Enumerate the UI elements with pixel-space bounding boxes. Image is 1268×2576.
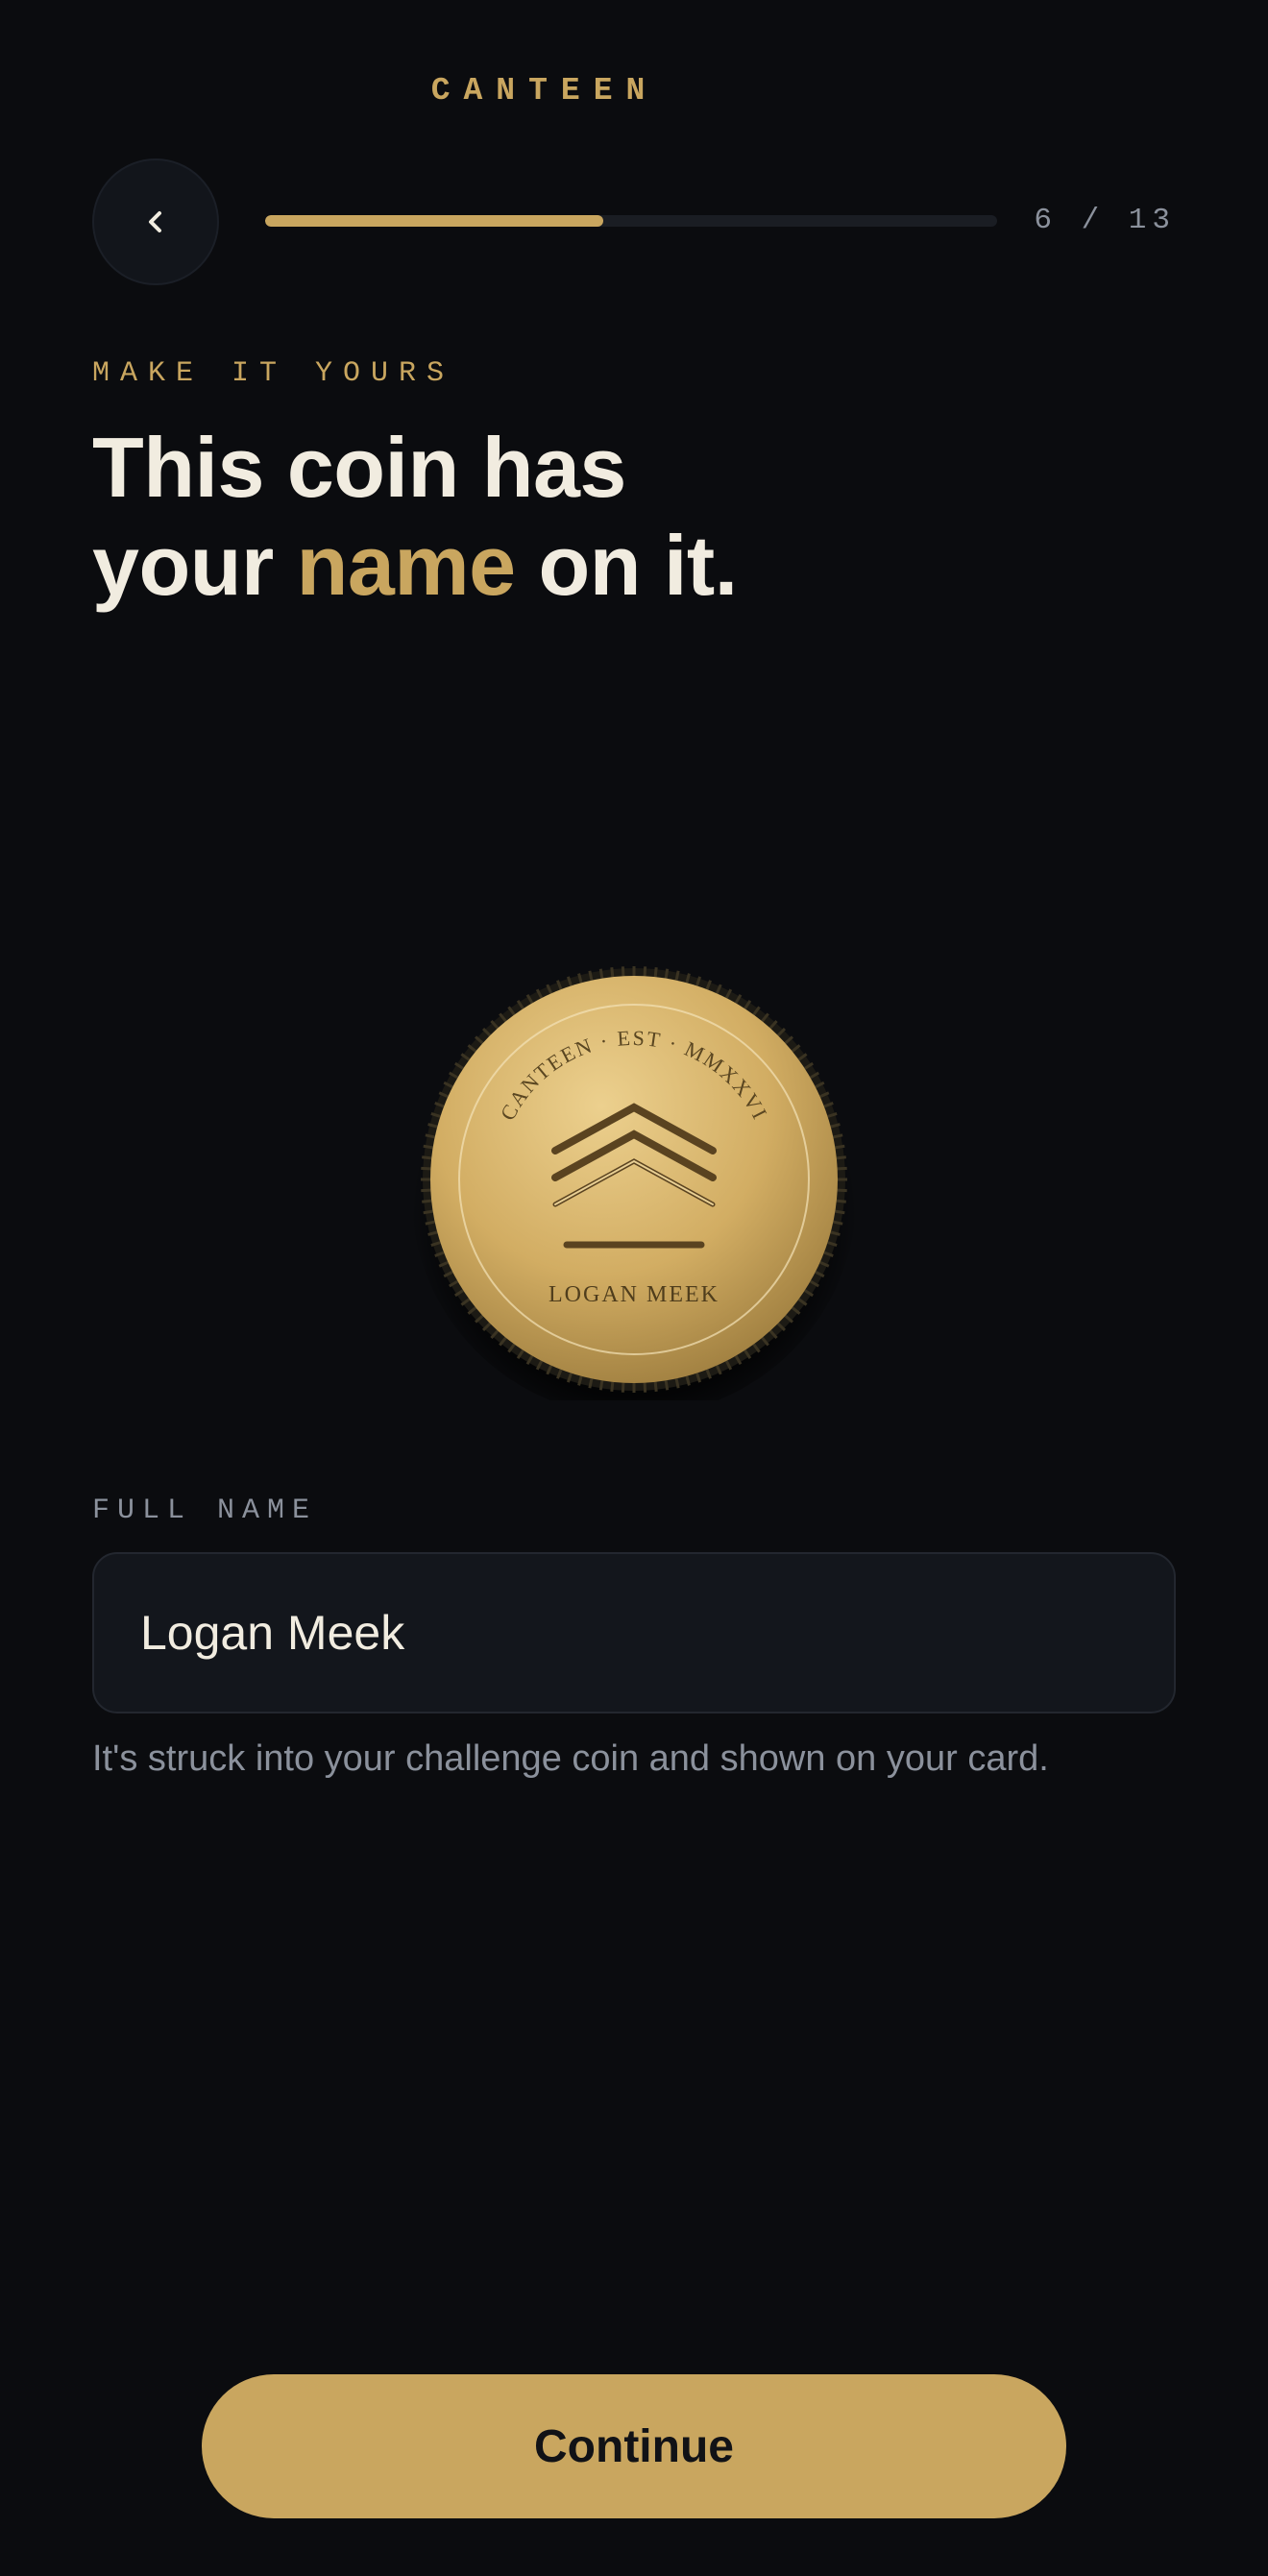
- chevron-left-icon: [149, 211, 161, 232]
- back-button[interactable]: [92, 158, 219, 285]
- headline-accent: name: [296, 518, 516, 613]
- progress-bar: [265, 215, 997, 227]
- full-name-label: FULL NAME: [92, 1495, 318, 1527]
- coin-name-text: LOGAN MEEK: [549, 1282, 719, 1307]
- page-title: This coin has your name on it.: [92, 419, 738, 615]
- step-counter: 6 / 13: [1034, 204, 1176, 237]
- eyebrow-label: MAKE IT YOURS: [92, 357, 455, 390]
- full-name-hint: It's struck into your challenge coin and…: [92, 1738, 1049, 1779]
- challenge-coin: CANTEEN · EST · MMXXVI LOGAN MEEK: [413, 966, 855, 1400]
- full-name-input[interactable]: [92, 1552, 1176, 1713]
- coin-preview: CANTEEN · EST · MMXXVI LOGAN MEEK: [413, 959, 855, 1400]
- headline-line-1: This coin has: [92, 420, 626, 515]
- headline-post: on it.: [515, 518, 738, 613]
- progress-fill: [265, 215, 603, 227]
- continue-button[interactable]: Continue: [202, 2374, 1066, 2518]
- brand-wordmark: CANTEEN: [430, 73, 659, 109]
- headline-pre: your: [92, 518, 297, 613]
- headline-line-2: your name on it.: [92, 517, 738, 615]
